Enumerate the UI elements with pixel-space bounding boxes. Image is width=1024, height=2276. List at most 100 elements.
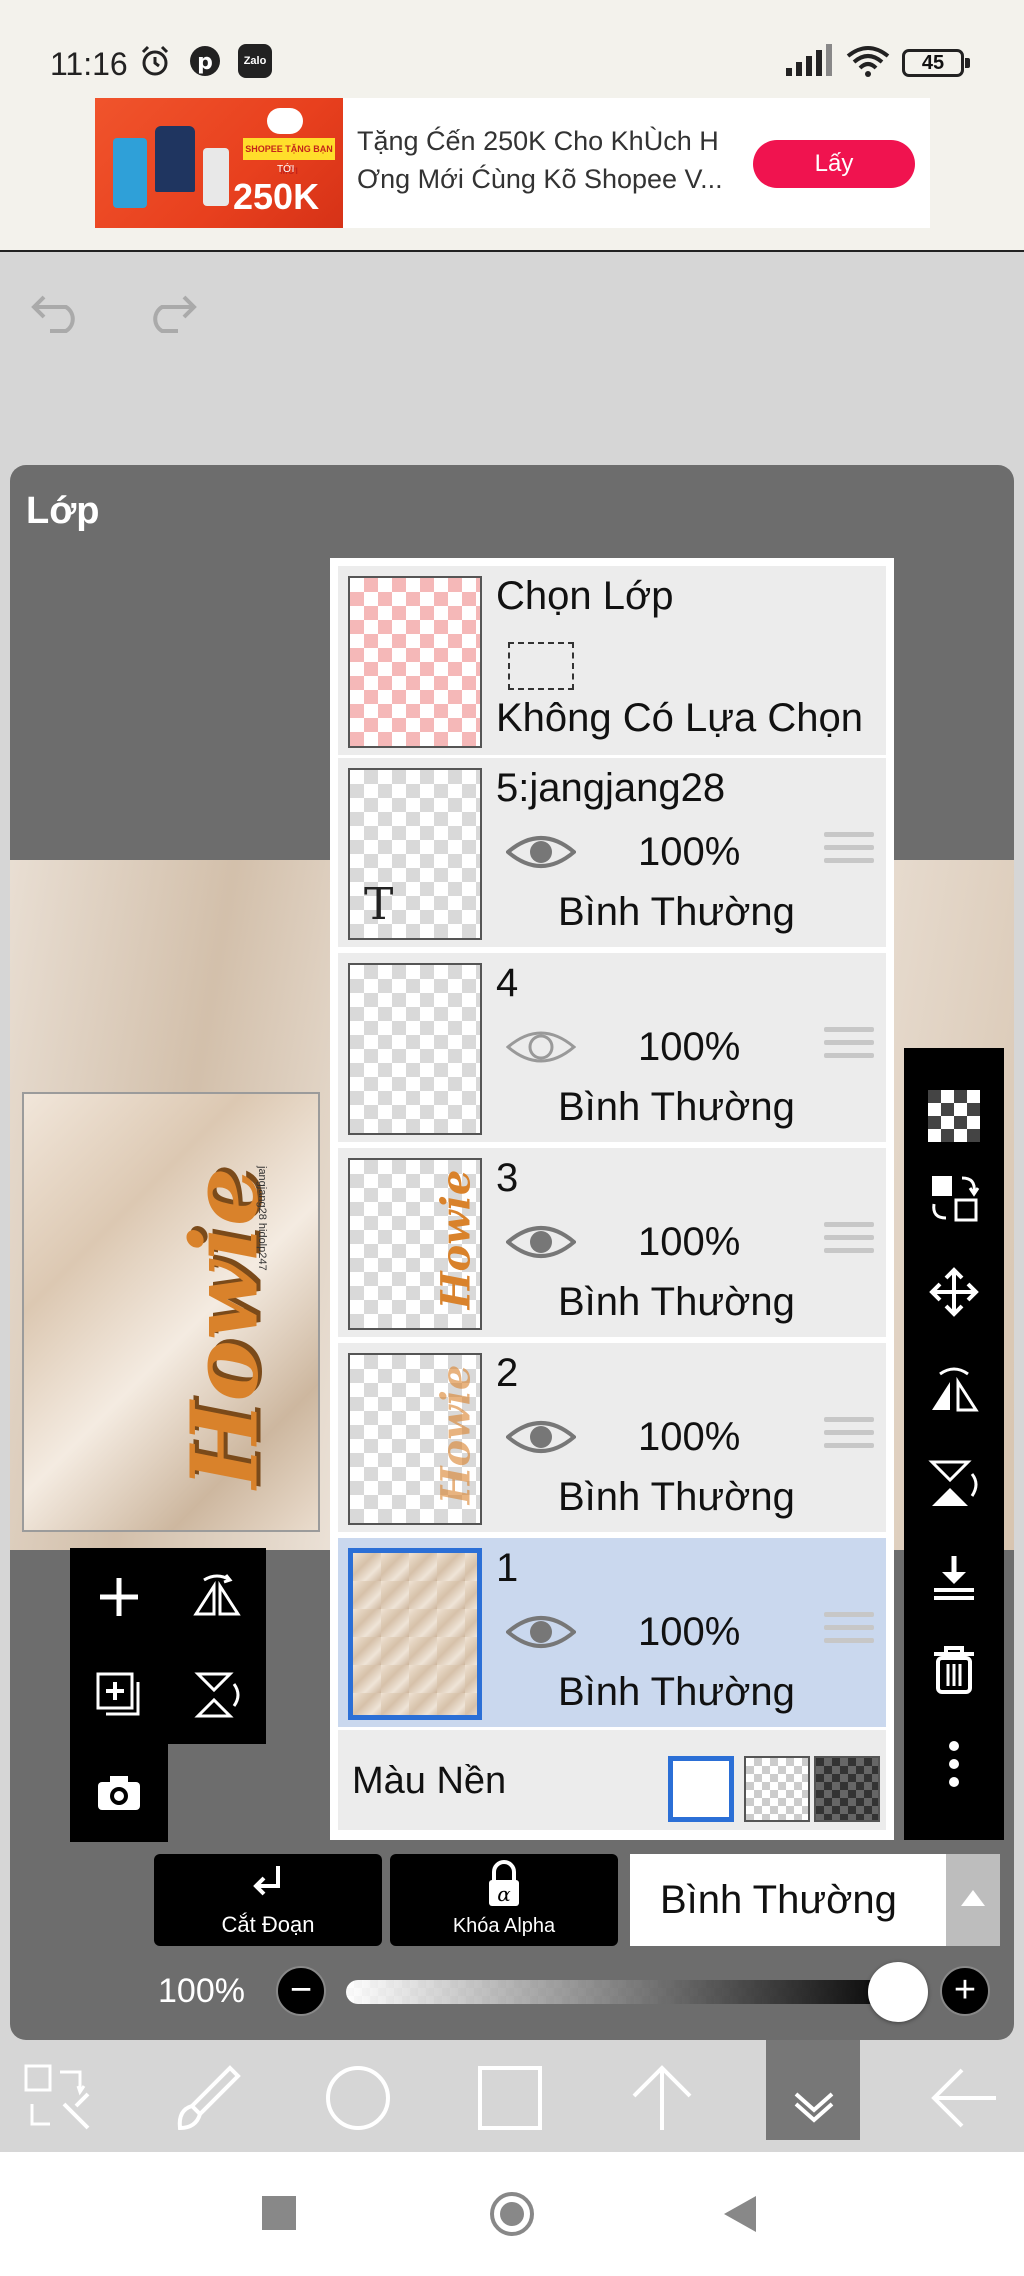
layer-thumbnail: Howie [348, 1158, 482, 1330]
selection-layer-row[interactable]: Chọn Lớp Không Có Lựa Chọn [338, 566, 886, 758]
thumbnail-word: Howie [432, 1169, 480, 1310]
drag-handle-icon[interactable] [824, 1612, 874, 1652]
transform-select-icon[interactable] [928, 1172, 980, 1224]
layer-opacity: 100% [638, 1610, 741, 1654]
panel-title: Lớp [26, 490, 100, 532]
eye-icon[interactable] [506, 1415, 576, 1459]
add-layer-button[interactable] [70, 1548, 168, 1646]
flip-horizontal-icon[interactable] [928, 1364, 980, 1416]
flip-horizontal-icon [193, 1574, 241, 1616]
layer-blend-mode: Bình Thường [558, 1085, 795, 1129]
ad-prefix: TỚI [277, 164, 295, 175]
alpha-lock-label: Khóa Alpha [452, 1915, 556, 1937]
ad-image[interactable]: SHOPEE TẶNG BẠN MỚI TỚI 250K [95, 98, 343, 228]
layer-blend-mode: Bình Thường [558, 1475, 795, 1519]
ad-text[interactable]: Tặng Ćến 250K Cho KhÙch H Ơng Mới Ćùng K… [357, 122, 757, 198]
add-copy-layer-button[interactable] [70, 1646, 168, 1744]
background-dark-swatch[interactable] [814, 1756, 880, 1822]
layer-opacity: 100% [638, 1220, 741, 1264]
flip-vertical-icon[interactable] [928, 1458, 980, 1510]
ad-amount: 250K [233, 176, 320, 217]
product-bottle [113, 138, 147, 208]
flip-vertical-icon [194, 1672, 240, 1718]
layer-name: 3 [496, 1156, 519, 1200]
layer-row-4[interactable]: 4 100% Bình Thường [338, 953, 886, 1145]
canvas-preview[interactable]: Howie jangjang28 hidolp247 [22, 1092, 320, 1532]
brush-tool-icon[interactable] [170, 2060, 246, 2136]
opacity-decrease-button[interactable]: − [276, 1966, 326, 2016]
drag-handle-icon[interactable] [824, 1222, 874, 1262]
alpha-lock-button[interactable]: α Khóa Alpha [390, 1854, 618, 1946]
home-dot-icon [500, 2202, 524, 2226]
right-toolbar [904, 1048, 1004, 1840]
back-button[interactable] [722, 2194, 758, 2234]
background-white-swatch[interactable] [668, 1756, 734, 1822]
layer-name: Chọn Lớp [496, 574, 674, 618]
trash-icon[interactable] [928, 1644, 980, 1696]
drag-handle-icon[interactable] [824, 1417, 874, 1457]
layer-row-5[interactable]: T 5:jangjang28 100% Bình Thường [338, 758, 886, 950]
layer-thumbnail: Howie [348, 1353, 482, 1525]
layer-opacity: 100% [638, 1415, 741, 1459]
layer-row-2[interactable]: Howie 2 100% Bình Thường [338, 1343, 886, 1535]
checkerboard-icon[interactable] [928, 1090, 980, 1142]
drag-handle-icon[interactable] [824, 832, 874, 872]
camera-icon [98, 1776, 140, 1810]
ad-get-button[interactable]: Lấy [753, 140, 915, 188]
camera-button[interactable] [70, 1744, 168, 1842]
layer-name: 5:jangjang28 [496, 766, 726, 810]
more-options-icon[interactable] [928, 1738, 980, 1790]
flip-horizontal-button[interactable] [168, 1548, 266, 1646]
system-nav-bar [0, 2152, 1024, 2276]
thumbnail-word: Howie [432, 1364, 480, 1505]
eye-icon[interactable] [506, 1220, 576, 1264]
move-icon[interactable] [928, 1266, 980, 1318]
back-arrow-icon[interactable] [926, 2060, 1002, 2136]
add-copy-icon [96, 1672, 140, 1716]
layers-collapse-icon[interactable] [776, 2060, 852, 2136]
layer-thumbnail [348, 1548, 482, 1720]
blend-mode-select[interactable]: Bình Thường [630, 1854, 946, 1946]
background-transparent-swatch[interactable] [744, 1756, 810, 1822]
clipping-icon [253, 1866, 280, 1896]
ad-tag: SHOPEE TẶNG BẠN MỚI [243, 138, 335, 176]
eye-hidden-icon[interactable] [506, 1025, 576, 1069]
svg-text:α: α [497, 1882, 511, 1906]
merge-down-icon[interactable] [928, 1552, 980, 1604]
background-color-row: Màu Nền [338, 1730, 886, 1830]
recents-button[interactable] [262, 2196, 296, 2230]
plus-icon [100, 1578, 138, 1616]
selection-status: Không Có Lựa Chọn [496, 696, 864, 740]
drag-handle-icon[interactable] [824, 1027, 874, 1067]
blend-mode-arrow-icon[interactable] [946, 1854, 1000, 1946]
undo-icon[interactable] [30, 285, 86, 335]
product-can [203, 148, 229, 206]
opacity-increase-button[interactable]: + [940, 1966, 990, 2016]
layer-list: Chọn Lớp Không Có Lựa Chọn T 5:jangjang2… [330, 558, 894, 1840]
opacity-slider-handle[interactable] [868, 1962, 928, 2022]
flip-vertical-button[interactable] [168, 1646, 266, 1744]
ad-banner[interactable]: SHOPEE TẶNG BẠN MỚI TỚI 250K Tặng Ćến 25… [95, 98, 930, 228]
background-label: Màu Nền [352, 1760, 507, 1802]
ellipse-tool-icon[interactable] [320, 2060, 396, 2136]
layer-row-1[interactable]: 1 100% Bình Thường [338, 1538, 886, 1730]
svg-text:p: p [197, 50, 213, 75]
clock: 11:16 [50, 46, 128, 82]
redo-icon[interactable] [142, 285, 198, 335]
arrow-up-icon[interactable] [624, 2060, 700, 2136]
home-button[interactable] [490, 2192, 534, 2236]
layer-thumbnail [348, 963, 482, 1135]
layer-blend-mode: Bình Thường [558, 890, 795, 934]
shopee-logo [267, 108, 303, 134]
clipping-label: Cắt Đoạn [221, 1912, 315, 1937]
clipping-button[interactable]: Cắt Đoạn [154, 1854, 382, 1946]
selection-marquee-icon [508, 642, 574, 690]
signal-icon [786, 44, 832, 76]
opacity-value: 100% [158, 1972, 245, 2010]
eye-icon[interactable] [506, 1610, 576, 1654]
rectangle-tool-icon[interactable] [472, 2060, 548, 2136]
eye-icon[interactable] [506, 830, 576, 874]
layer-row-3[interactable]: Howie 3 100% Bình Thường [338, 1148, 886, 1340]
transform-tool-icon[interactable] [20, 2060, 96, 2136]
opacity-slider[interactable] [346, 1980, 906, 2004]
